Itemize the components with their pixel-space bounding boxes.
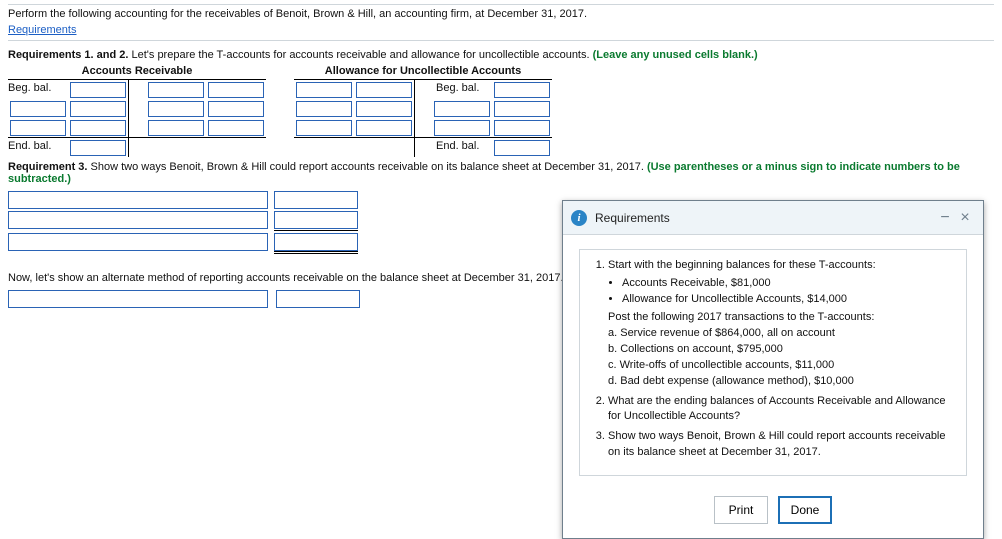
ar-input[interactable] [148, 101, 204, 117]
req-item-1: Start with the beginning balances for th… [608, 258, 956, 390]
allow-title: Allowance for Uncollectible Accounts [294, 65, 552, 77]
r3-input[interactable] [8, 191, 268, 209]
bullet: Allowance for Uncollectible Accounts, $1… [622, 292, 956, 308]
print-button[interactable]: Print [714, 496, 768, 524]
r3-input[interactable] [274, 191, 358, 209]
allow-input[interactable] [296, 120, 352, 136]
allow-input[interactable] [494, 120, 550, 136]
allow-input[interactable] [494, 82, 550, 98]
ar-input[interactable] [148, 120, 204, 136]
dialog-header: i Requirements − × [563, 201, 983, 235]
allow-input[interactable] [296, 101, 352, 117]
sub-c: c. Write-offs of uncollectible accounts,… [608, 358, 956, 374]
minimize-icon[interactable]: − [935, 209, 955, 227]
req1-lead: Start with the beginning balances for th… [608, 259, 876, 271]
ar-input[interactable] [208, 82, 264, 98]
ar-title: Accounts Receivable [8, 65, 266, 77]
divider [8, 40, 994, 41]
ar-input[interactable] [10, 101, 66, 117]
dialog-body: Start with the beginning balances for th… [563, 235, 983, 486]
dialog-title: Requirements [595, 211, 935, 225]
alt-input[interactable] [8, 290, 268, 308]
req3-text: Show two ways Benoit, Brown & Hill could… [87, 161, 646, 173]
info-icon: i [571, 210, 587, 226]
req-item-2: What are the ending balances of Accounts… [608, 394, 956, 426]
req3-label: Requirement 3. [8, 161, 87, 173]
t-accounts: Accounts Receivable Beg. bal. End. [8, 65, 994, 157]
r3-input[interactable] [274, 233, 358, 251]
ar-input[interactable] [148, 82, 204, 98]
ar-input[interactable] [70, 140, 126, 156]
allow-input[interactable] [494, 101, 550, 117]
allow-end-row: End. bal. [294, 137, 552, 157]
ar-input[interactable] [70, 82, 126, 98]
req12-heading: Requirements 1. and 2. Let's prepare the… [8, 49, 994, 61]
req-item-3: Show two ways Benoit, Brown & Hill could… [608, 429, 956, 461]
allow-grid: Beg. bal. [294, 79, 552, 137]
ar-input[interactable] [208, 101, 264, 117]
allow-input[interactable] [356, 82, 412, 98]
allow-input[interactable] [296, 82, 352, 98]
requirements-dialog: i Requirements − × Start with the beginn… [562, 200, 984, 539]
ar-input[interactable] [70, 120, 126, 136]
ar-end-row: End. bal. [8, 137, 266, 157]
sub-b: b. Collections on account, $795,000 [608, 342, 956, 358]
req12-text: Let's prepare the T-accounts for account… [128, 49, 592, 61]
ar-grid: Beg. bal. [8, 79, 266, 137]
ar-end-bal-label: End. bal. [8, 138, 68, 157]
allow-input[interactable] [356, 101, 412, 117]
ar-input[interactable] [208, 120, 264, 136]
requirements-link[interactable]: Requirements [8, 24, 76, 36]
req12-hint: (Leave any unused cells blank.) [593, 49, 758, 61]
double-underline [274, 251, 358, 254]
ar-input[interactable] [70, 101, 126, 117]
bullet: Accounts Receivable, $81,000 [622, 276, 956, 292]
req12-label: Requirements 1. and 2. [8, 49, 128, 61]
close-icon[interactable]: × [955, 209, 975, 227]
allow-input[interactable] [434, 120, 490, 136]
allow-input[interactable] [356, 120, 412, 136]
done-button[interactable]: Done [778, 496, 832, 524]
sub-a: a. Service revenue of $864,000, all on a… [608, 326, 956, 342]
t-account-allowance: Allowance for Uncollectible Accounts Beg… [294, 65, 552, 157]
intro-text: Perform the following accounting for the… [8, 8, 994, 22]
allow-input[interactable] [434, 101, 490, 117]
req1-post: Post the following 2017 transactions to … [608, 310, 956, 326]
allow-end-bal-label: End. bal. [432, 138, 492, 157]
sub-d: d. Bad debt expense (allowance method), … [608, 374, 956, 390]
dialog-content: Start with the beginning balances for th… [579, 249, 967, 476]
r3-input[interactable] [274, 211, 358, 229]
ar-beg-bal-label: Beg. bal. [8, 80, 68, 99]
alt-input[interactable] [276, 290, 360, 308]
dialog-footer: Print Done [563, 486, 983, 538]
allow-input[interactable] [494, 140, 550, 156]
t-account-ar: Accounts Receivable Beg. bal. End. [8, 65, 266, 157]
underline [274, 230, 358, 231]
allow-beg-bal-label: Beg. bal. [432, 80, 492, 99]
ar-input[interactable] [10, 120, 66, 136]
r3-input[interactable] [8, 211, 268, 229]
r3-input[interactable] [8, 233, 268, 251]
req3-heading: Requirement 3. Show two ways Benoit, Bro… [8, 161, 994, 185]
